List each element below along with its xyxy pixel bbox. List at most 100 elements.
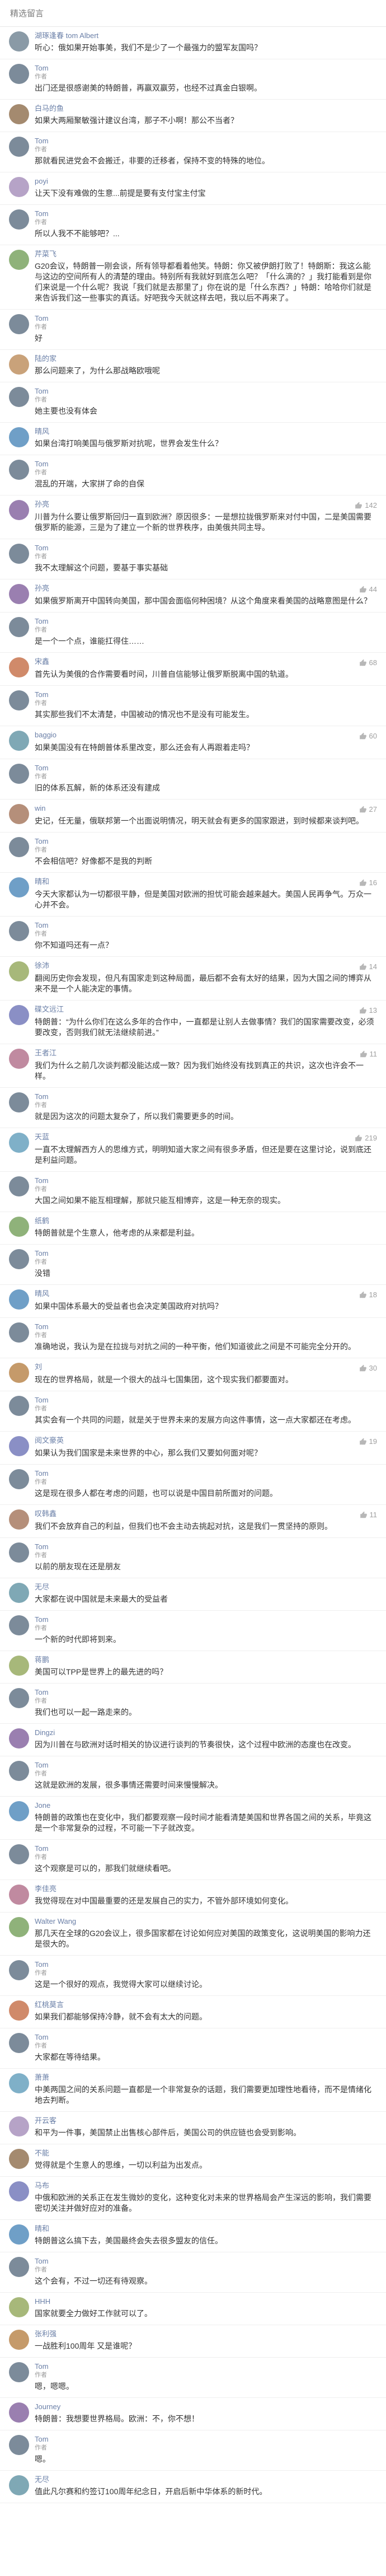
avatar[interactable] xyxy=(9,584,29,604)
avatar[interactable] xyxy=(9,961,29,981)
avatar[interactable] xyxy=(9,250,29,270)
avatar[interactable] xyxy=(9,1728,29,1748)
like-button[interactable]: 68 xyxy=(359,657,377,667)
like-button[interactable]: 142 xyxy=(355,500,377,509)
avatar[interactable] xyxy=(9,2402,29,2423)
avatar[interactable] xyxy=(9,2330,29,2350)
avatar[interactable] xyxy=(9,617,29,637)
avatar[interactable] xyxy=(9,731,29,751)
like-button[interactable]: 60 xyxy=(359,731,377,740)
comment-meta: Tom 作者 xyxy=(35,1688,361,1705)
avatar[interactable] xyxy=(9,500,29,520)
avatar[interactable] xyxy=(9,1176,29,1196)
avatar[interactable] xyxy=(9,2181,29,2201)
comment-header: 芹菜飞 xyxy=(35,250,377,259)
avatar[interactable] xyxy=(9,2362,29,2382)
avatar[interactable] xyxy=(9,1656,29,1676)
avatar[interactable] xyxy=(9,104,29,124)
avatar[interactable] xyxy=(9,137,29,157)
avatar[interactable] xyxy=(9,1049,29,1069)
like-button[interactable]: 19 xyxy=(359,1436,377,1446)
comment-header: Tom 作者 xyxy=(35,1396,377,1413)
avatar[interactable] xyxy=(9,1688,29,1708)
avatar[interactable] xyxy=(9,1005,29,1025)
avatar[interactable] xyxy=(9,1761,29,1781)
avatar[interactable] xyxy=(9,1844,29,1864)
commenter-name: Tom xyxy=(35,2257,49,2265)
avatar[interactable] xyxy=(9,354,29,375)
avatar[interactable] xyxy=(9,1133,29,1153)
avatar[interactable] xyxy=(9,2297,29,2317)
avatar[interactable] xyxy=(9,544,29,564)
avatar[interactable] xyxy=(9,1885,29,1905)
avatar[interactable] xyxy=(9,2000,29,2021)
comment-item: 李佳亮 我觉得现在对中国最重要的还是发展自己的实力，不管外部环境如何变化。 xyxy=(0,1880,386,1913)
avatar[interactable] xyxy=(9,1289,29,1310)
avatar[interactable] xyxy=(9,2116,29,2136)
avatar[interactable] xyxy=(9,2073,29,2093)
avatar[interactable] xyxy=(9,427,29,447)
commenter-name: Tom xyxy=(35,64,49,72)
avatar[interactable] xyxy=(9,387,29,407)
avatar[interactable] xyxy=(9,1615,29,1635)
avatar[interactable] xyxy=(9,31,29,52)
comment-meta: Tom 作者 xyxy=(35,460,361,476)
avatar[interactable] xyxy=(9,1249,29,1269)
avatar[interactable] xyxy=(9,657,29,677)
avatar[interactable] xyxy=(9,1363,29,1383)
avatar[interactable] xyxy=(9,1092,29,1112)
like-button[interactable]: 30 xyxy=(359,1363,377,1372)
like-button[interactable]: 11 xyxy=(360,1049,377,1058)
avatar[interactable] xyxy=(9,1509,29,1530)
avatar[interactable] xyxy=(9,1217,29,1237)
avatar[interactable] xyxy=(9,177,29,197)
comment-header: 刘 30 xyxy=(35,1363,377,1372)
comment-item: 晴风 18 如果中国体系最大的受益者也会决定美国政府对抗吗？ xyxy=(0,1285,386,1318)
avatar[interactable] xyxy=(9,877,29,897)
like-button[interactable]: 16 xyxy=(359,877,377,887)
avatar[interactable] xyxy=(9,837,29,857)
avatar[interactable] xyxy=(9,1322,29,1343)
comment-meta: poyi xyxy=(35,177,361,186)
avatar[interactable] xyxy=(9,1801,29,1821)
comment-text: 如果我们都能够保持冷静，就不会有太大的问题。 xyxy=(35,2012,207,2021)
comment-item: 张利强 一战胜利100周年 又是谁呢？ xyxy=(0,2325,386,2358)
avatar[interactable] xyxy=(9,764,29,784)
avatar[interactable] xyxy=(9,1542,29,1563)
avatar[interactable] xyxy=(9,1469,29,1489)
like-button[interactable]: 27 xyxy=(359,804,377,814)
avatar[interactable] xyxy=(9,690,29,710)
avatar[interactable] xyxy=(9,1583,29,1603)
like-button[interactable]: 44 xyxy=(359,584,377,593)
avatar[interactable] xyxy=(9,460,29,480)
comment-meta: Tom 作者 xyxy=(35,1176,361,1193)
avatar[interactable] xyxy=(9,2149,29,2169)
avatar[interactable] xyxy=(9,1917,29,1937)
commenter-name: Tom xyxy=(35,1542,49,1551)
like-button[interactable]: 18 xyxy=(359,1289,377,1299)
avatar[interactable] xyxy=(9,1396,29,1416)
avatar[interactable] xyxy=(9,1436,29,1456)
like-button[interactable]: 11 xyxy=(360,1509,377,1519)
avatar[interactable] xyxy=(9,209,29,230)
thumbs-up-icon xyxy=(359,1007,366,1013)
like-button[interactable]: 13 xyxy=(359,1005,377,1014)
avatar[interactable] xyxy=(9,2257,29,2277)
avatar[interactable] xyxy=(9,921,29,941)
like-button[interactable]: 219 xyxy=(355,1133,377,1142)
avatar[interactable] xyxy=(9,64,29,84)
avatar[interactable] xyxy=(9,2224,29,2245)
like-button[interactable]: 14 xyxy=(359,961,377,971)
comment-text: 首先认为美俄的合作需要看时间，川普自信能够让俄罗斯脱离中国的轨道。 xyxy=(35,670,293,679)
avatar[interactable] xyxy=(9,1960,29,1980)
like-count: 16 xyxy=(369,878,377,887)
avatar[interactable] xyxy=(9,804,29,824)
comment-item: 孙亮 44 如果俄罗斯离开中国转向美国，那中国会面临何种困境？从这个角度来看美国… xyxy=(0,579,386,613)
avatar[interactable] xyxy=(9,2033,29,2053)
avatar[interactable] xyxy=(9,314,29,334)
comment-meta: 晴和 xyxy=(35,877,354,886)
comment-meta: baggio xyxy=(35,731,354,740)
like-count: 30 xyxy=(369,1364,377,1372)
avatar[interactable] xyxy=(9,2475,29,2495)
avatar[interactable] xyxy=(9,2435,29,2455)
